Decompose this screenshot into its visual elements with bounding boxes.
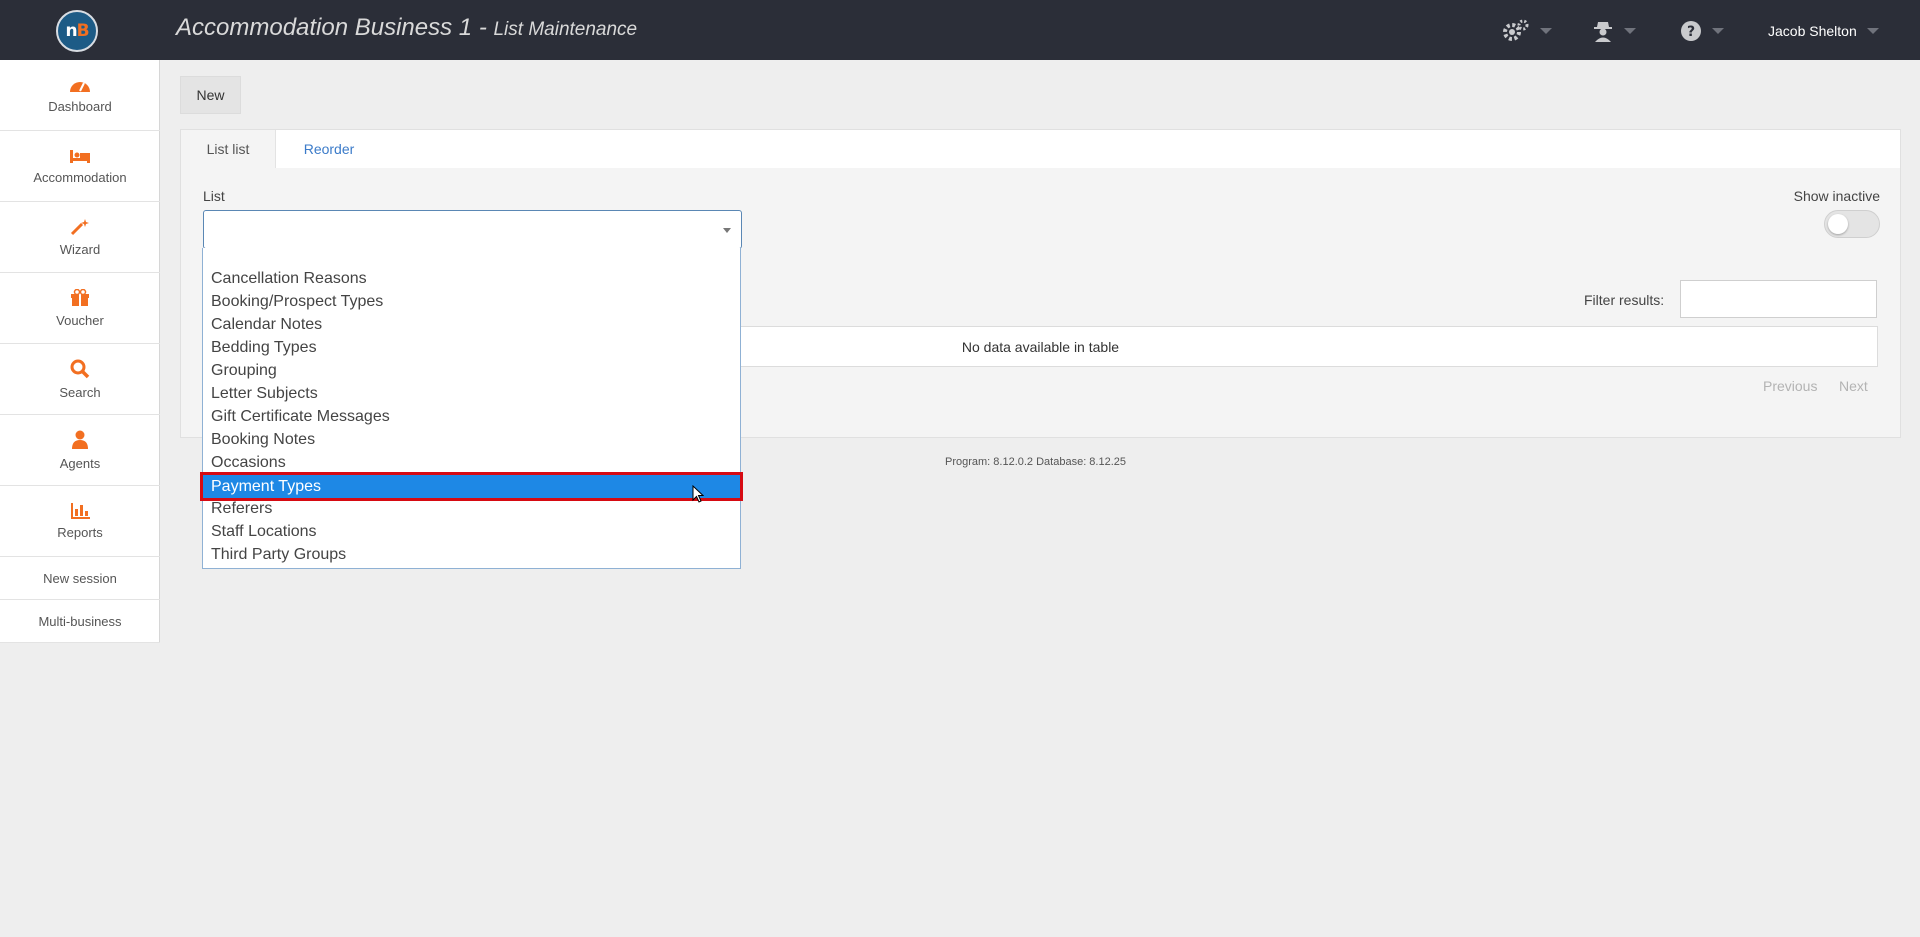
show-inactive-label: Show inactive xyxy=(1793,188,1880,204)
chevron-down-icon xyxy=(1624,28,1636,34)
app-logo[interactable]: nB xyxy=(56,10,98,52)
chevron-down-icon xyxy=(1866,28,1879,34)
settings-gears-icon xyxy=(1503,19,1529,41)
sidebar-item-label: Agents xyxy=(59,455,101,471)
dashboard-icon xyxy=(70,81,90,92)
magic-wand-icon xyxy=(70,218,89,235)
list-select[interactable] xyxy=(203,210,742,249)
dropdown-option[interactable]: Booking/Prospect Types xyxy=(211,290,383,313)
dropdown-option[interactable]: Grouping xyxy=(211,359,277,382)
dropdown-option[interactable]: Calendar Notes xyxy=(211,313,322,336)
version-info: Program: 8.12.0.2 Database: 8.12.25 xyxy=(945,456,1127,468)
bar-chart-icon xyxy=(71,502,90,519)
filter-input[interactable] xyxy=(1680,280,1877,318)
sidebar-item-wizard[interactable]: Wizard xyxy=(0,202,160,273)
sidebar-item-search[interactable]: Search xyxy=(0,344,160,415)
logo-letter-n: n xyxy=(65,21,77,41)
top-bar: nB Accommodation Business 1 - List Maint… xyxy=(0,0,1920,60)
agent-spy-icon xyxy=(1594,22,1612,42)
chevron-down-icon xyxy=(1540,28,1552,34)
agent-menu[interactable] xyxy=(1592,18,1636,44)
tab-list-list[interactable]: List list xyxy=(181,130,276,168)
sidebar-item-reports[interactable]: Reports xyxy=(0,486,160,557)
toggle-knob xyxy=(1828,214,1848,234)
svg-text:?: ? xyxy=(1687,24,1695,40)
tab-bar: List list Reorder xyxy=(181,130,1900,168)
logo-text: nB xyxy=(65,21,90,41)
page-subtitle: List Maintenance xyxy=(493,19,638,40)
dropdown-option-highlighted[interactable]: Payment Types xyxy=(200,472,743,501)
bed-icon xyxy=(70,149,90,163)
business-name: Accommodation Business 1 - xyxy=(176,14,494,41)
user-icon xyxy=(72,430,88,449)
user-menu[interactable]: Jacob Shelton xyxy=(1768,18,1879,44)
tab-reorder[interactable]: Reorder xyxy=(276,130,382,168)
settings-menu[interactable] xyxy=(1502,18,1552,44)
dropdown-option[interactable]: Occasions xyxy=(211,451,286,474)
sidebar-item-label: Dashboard xyxy=(48,98,112,114)
dropdown-option[interactable]: Third Party Groups xyxy=(211,543,346,566)
sidebar: Dashboard Accommodation Wizard Voucher S… xyxy=(0,60,160,643)
gift-icon xyxy=(71,288,89,306)
dropdown-option[interactable]: Letter Subjects xyxy=(211,382,318,405)
filter-label: Filter results: xyxy=(1584,292,1665,308)
help-menu[interactable]: ? xyxy=(1680,18,1724,44)
sidebar-item-voucher[interactable]: Voucher xyxy=(0,273,160,344)
sidebar-item-label: Voucher xyxy=(56,312,104,328)
chevron-down-icon xyxy=(1712,28,1724,34)
mouse-cursor-icon xyxy=(692,485,704,503)
user-name: Jacob Shelton xyxy=(1768,23,1857,39)
sidebar-item-label: Reports xyxy=(57,524,103,540)
show-inactive-toggle[interactable] xyxy=(1824,210,1880,238)
search-icon xyxy=(70,359,90,378)
page-title: Accommodation Business 1 - List Maintena… xyxy=(176,14,637,42)
previous-button[interactable]: Previous xyxy=(1763,378,1817,394)
dropdown-option[interactable]: Booking Notes xyxy=(211,428,315,451)
sidebar-item-label: Search xyxy=(59,384,101,400)
new-button[interactable]: New xyxy=(180,76,241,114)
list-dropdown: Cancellation Reasons Booking/Prospect Ty… xyxy=(200,248,743,569)
new-session-link[interactable]: New session xyxy=(0,557,160,600)
list-label: List xyxy=(203,188,225,204)
dropdown-arrow-icon[interactable] xyxy=(723,228,731,233)
sidebar-item-accommodation[interactable]: Accommodation xyxy=(0,131,160,202)
logo-letter-b: B xyxy=(76,21,90,41)
dropdown-option[interactable]: Staff Locations xyxy=(211,520,317,543)
sidebar-item-agents[interactable]: Agents xyxy=(0,415,160,486)
dropdown-option-label: Payment Types xyxy=(211,478,321,495)
sidebar-item-label: Wizard xyxy=(59,241,101,257)
dropdown-option[interactable]: Bedding Types xyxy=(211,336,317,359)
multi-business-link[interactable]: Multi-business xyxy=(0,600,160,643)
next-button[interactable]: Next xyxy=(1839,378,1868,394)
dropdown-option[interactable]: Cancellation Reasons xyxy=(211,267,367,290)
sidebar-item-dashboard[interactable]: Dashboard xyxy=(0,60,160,131)
sidebar-item-label: Accommodation xyxy=(33,169,127,185)
dropdown-option[interactable]: Referers xyxy=(211,497,272,520)
dropdown-option[interactable]: Gift Certificate Messages xyxy=(211,405,390,428)
help-icon: ? xyxy=(1681,21,1701,41)
